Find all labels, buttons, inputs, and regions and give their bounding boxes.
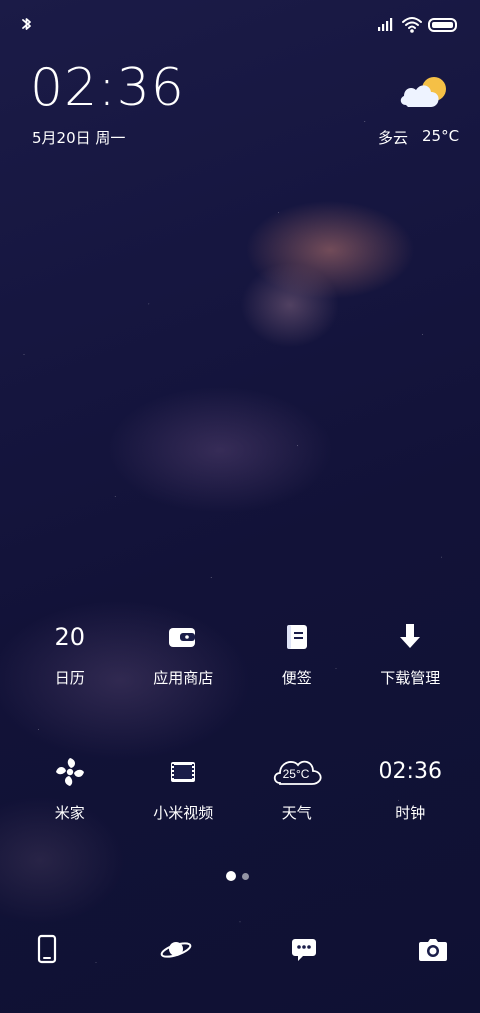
mi-video-app[interactable]: 小米视频 bbox=[127, 751, 241, 837]
bluetooth-icon bbox=[20, 14, 34, 34]
clock-app[interactable]: 02:36 时钟 bbox=[354, 751, 468, 837]
weather-icon-temperature: 25°C bbox=[282, 767, 309, 781]
weather-label: 天气 bbox=[281, 804, 312, 822]
mijia-label: 米家 bbox=[54, 804, 85, 822]
page-dot-active bbox=[226, 871, 236, 881]
calendar-label: 日历 bbox=[54, 669, 85, 687]
fan-icon bbox=[41, 751, 99, 793]
lockscreen-time: 02:36 bbox=[30, 58, 185, 118]
cloud-sun-icon bbox=[396, 74, 452, 116]
home-app-grid: 20 日历 应用商店 便签 下载管理 米家 小米视频 25°C 天气 02:36… bbox=[13, 616, 467, 886]
app-row-2: 米家 小米视频 25°C 天气 02:36 时钟 bbox=[13, 751, 467, 837]
store-icon bbox=[154, 616, 212, 658]
calendar-day: 20 bbox=[54, 623, 86, 651]
weather-condition: 多云 bbox=[378, 129, 409, 147]
video-icon bbox=[154, 751, 212, 793]
camera-dock-button[interactable] bbox=[409, 927, 457, 971]
calendar-app[interactable]: 20 日历 bbox=[13, 616, 127, 702]
wifi-icon bbox=[401, 14, 423, 34]
planet-dock-button[interactable] bbox=[152, 927, 200, 971]
clock-icon: 02:36 bbox=[378, 751, 442, 793]
weather-temperature: 25°C bbox=[422, 127, 460, 145]
phone-icon bbox=[37, 934, 57, 964]
download-icon bbox=[381, 616, 439, 658]
page-indicator bbox=[226, 870, 254, 882]
notes-app[interactable]: 便签 bbox=[240, 616, 354, 702]
signal-icon bbox=[377, 14, 397, 34]
dock bbox=[23, 927, 457, 971]
lockscreen-date: 5月20日 周一 bbox=[32, 129, 126, 147]
mijia-app[interactable]: 米家 bbox=[13, 751, 127, 837]
messages-dock-button[interactable] bbox=[280, 927, 328, 971]
notes-label: 便签 bbox=[281, 669, 312, 687]
page-dot-inactive bbox=[242, 872, 249, 880]
mi-video-label: 小米视频 bbox=[153, 804, 214, 822]
clock-label: 时钟 bbox=[395, 804, 426, 822]
notes-icon bbox=[268, 616, 326, 658]
camera-icon bbox=[418, 939, 447, 961]
phone-dock-button[interactable] bbox=[23, 927, 71, 971]
app-store-app[interactable]: 应用商店 bbox=[127, 616, 241, 702]
weather-icon: 25°C bbox=[268, 751, 326, 793]
weather-app[interactable]: 25°C 天气 bbox=[240, 751, 354, 837]
message-icon bbox=[292, 939, 317, 961]
app-row-1: 20 日历 应用商店 便签 下载管理 bbox=[13, 616, 467, 702]
planet-icon bbox=[160, 942, 192, 958]
weather-summary: 多云 25°C bbox=[378, 127, 460, 148]
status-bar bbox=[0, 0, 480, 46]
calendar-icon: 20 bbox=[41, 616, 99, 658]
download-manager-label: 下载管理 bbox=[380, 669, 441, 687]
clock-icon-time: 02:36 bbox=[378, 759, 442, 784]
app-store-label: 应用商店 bbox=[153, 669, 214, 687]
download-manager-app[interactable]: 下载管理 bbox=[354, 616, 468, 702]
battery-icon bbox=[428, 14, 458, 34]
